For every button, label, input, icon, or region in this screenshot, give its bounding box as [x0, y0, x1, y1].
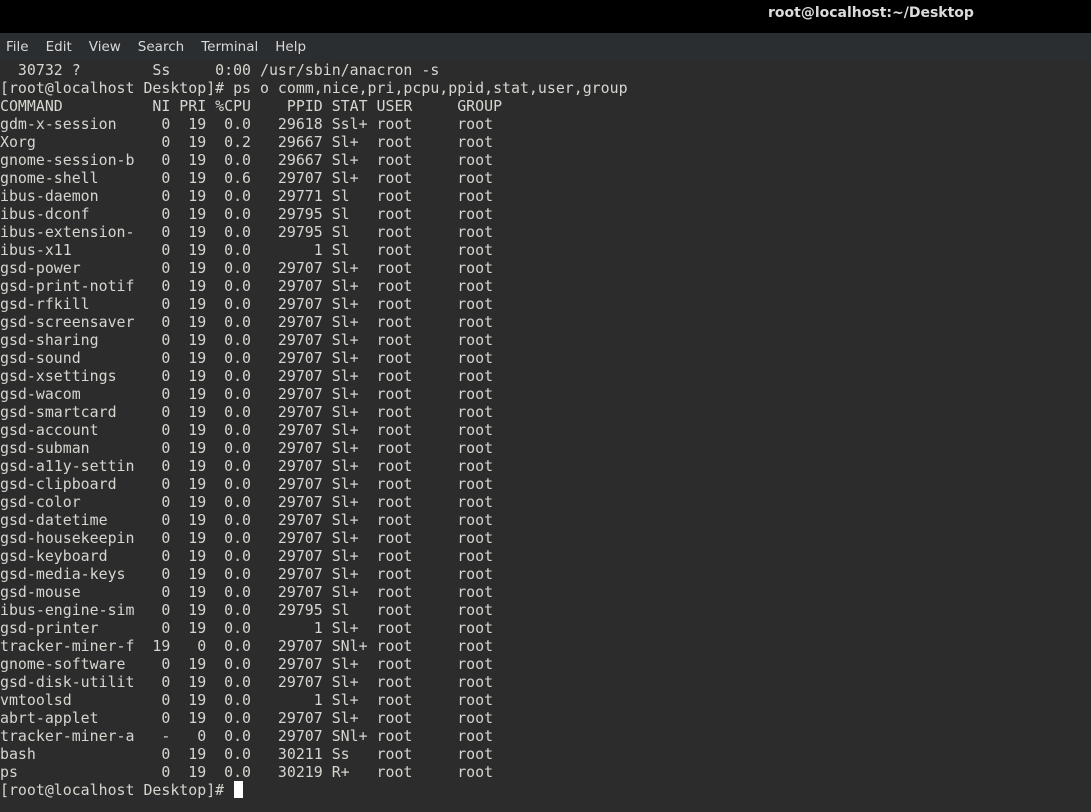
- menu-bar: File Edit View Search Terminal Help: [0, 33, 1091, 62]
- table-row: gsd-printer 0 19 0.0 1 Sl+ root root: [0, 619, 494, 637]
- table-row: tracker-miner-f 19 0 0.0 29707 SNl+ root…: [0, 637, 494, 655]
- table-row: gsd-media-keys 0 19 0.0 29707 Sl+ root r…: [0, 565, 494, 583]
- table-header: COMMAND NI PRI %CPU PPID STAT USER GROUP: [0, 97, 503, 115]
- table-row: gsd-clipboard 0 19 0.0 29707 Sl+ root ro…: [0, 475, 494, 493]
- table-row: gsd-color 0 19 0.0 29707 Sl+ root root: [0, 493, 494, 511]
- table-row: ibus-extension- 0 19 0.0 29795 Sl root r…: [0, 223, 494, 241]
- menu-file[interactable]: File: [6, 39, 29, 55]
- table-row: ps 0 19 0.0 30219 R+ root root: [0, 763, 494, 781]
- table-row: ibus-daemon 0 19 0.0 29771 Sl root root: [0, 187, 494, 205]
- table-row: gsd-screensaver 0 19 0.0 29707 Sl+ root …: [0, 313, 494, 331]
- table-row: gsd-power 0 19 0.0 29707 Sl+ root root: [0, 259, 494, 277]
- table-row: gsd-sound 0 19 0.0 29707 Sl+ root root: [0, 349, 494, 367]
- table-row: gdm-x-session 0 19 0.0 29618 Ssl+ root r…: [0, 115, 494, 133]
- table-row: abrt-applet 0 19 0.0 29707 Sl+ root root: [0, 709, 494, 727]
- table-row: gsd-housekeepin 0 19 0.0 29707 Sl+ root …: [0, 529, 494, 547]
- shell-prompt: [root@localhost Desktop]#: [0, 781, 234, 799]
- terminal-output[interactable]: 30732 ? Ss 0:00 /usr/sbin/anacron -s [roo…: [0, 61, 1091, 812]
- table-row: Xorg 0 19 0.2 29667 Sl+ root root: [0, 133, 494, 151]
- table-row: gnome-session-b 0 19 0.0 29667 Sl+ root …: [0, 151, 494, 169]
- menu-search[interactable]: Search: [138, 39, 184, 55]
- menu-edit[interactable]: Edit: [46, 39, 72, 55]
- table-row: tracker-miner-a - 0 0.0 29707 SNl+ root …: [0, 727, 494, 745]
- window-title: root@localhost:~/Desktop: [768, 5, 974, 21]
- title-bar: root@localhost:~/Desktop: [0, 0, 1091, 28]
- table-row: gsd-account 0 19 0.0 29707 Sl+ root root: [0, 421, 494, 439]
- table-row: gsd-wacom 0 19 0.0 29707 Sl+ root root: [0, 385, 494, 403]
- table-row: gsd-disk-utilit 0 19 0.0 29707 Sl+ root …: [0, 673, 494, 691]
- table-row: bash 0 19 0.0 30211 Ss root root: [0, 745, 494, 763]
- text-cursor: [234, 781, 244, 798]
- table-row: gsd-print-notif 0 19 0.0 29707 Sl+ root …: [0, 277, 494, 295]
- terminal-lines: 30732 ? Ss 0:00 /usr/sbin/anacron -s [roo…: [0, 61, 1091, 781]
- table-row: ibus-dconf 0 19 0.0 29795 Sl root root: [0, 205, 494, 223]
- table-row: gnome-software 0 19 0.0 29707 Sl+ root r…: [0, 655, 494, 673]
- table-row: gsd-subman 0 19 0.0 29707 Sl+ root root: [0, 439, 494, 457]
- table-row: gsd-keyboard 0 19 0.0 29707 Sl+ root roo…: [0, 547, 494, 565]
- table-row: gsd-xsettings 0 19 0.0 29707 Sl+ root ro…: [0, 367, 494, 385]
- previous-output-line: 30732 ? Ss 0:00 /usr/sbin/anacron -s: [0, 61, 440, 79]
- table-row: ibus-x11 0 19 0.0 1 Sl root root: [0, 241, 494, 259]
- table-row: gsd-smartcard 0 19 0.0 29707 Sl+ root ro…: [0, 403, 494, 421]
- prompt-line[interactable]: [root@localhost Desktop]#: [0, 781, 1091, 799]
- table-row: vmtoolsd 0 19 0.0 1 Sl+ root root: [0, 691, 494, 709]
- table-row: gnome-shell 0 19 0.6 29707 Sl+ root root: [0, 169, 494, 187]
- menu-terminal[interactable]: Terminal: [201, 39, 258, 55]
- menu-view[interactable]: View: [89, 39, 121, 55]
- table-row: gsd-sharing 0 19 0.0 29707 Sl+ root root: [0, 331, 494, 349]
- table-row: gsd-rfkill 0 19 0.0 29707 Sl+ root root: [0, 295, 494, 313]
- table-row: gsd-a11y-settin 0 19 0.0 29707 Sl+ root …: [0, 457, 494, 475]
- table-row: gsd-datetime 0 19 0.0 29707 Sl+ root roo…: [0, 511, 494, 529]
- menu-help[interactable]: Help: [275, 39, 306, 55]
- table-row: gsd-mouse 0 19 0.0 29707 Sl+ root root: [0, 583, 494, 601]
- command-line: [root@localhost Desktop]# ps o comm,nice…: [0, 79, 628, 97]
- table-row: ibus-engine-sim 0 19 0.0 29795 Sl root r…: [0, 601, 494, 619]
